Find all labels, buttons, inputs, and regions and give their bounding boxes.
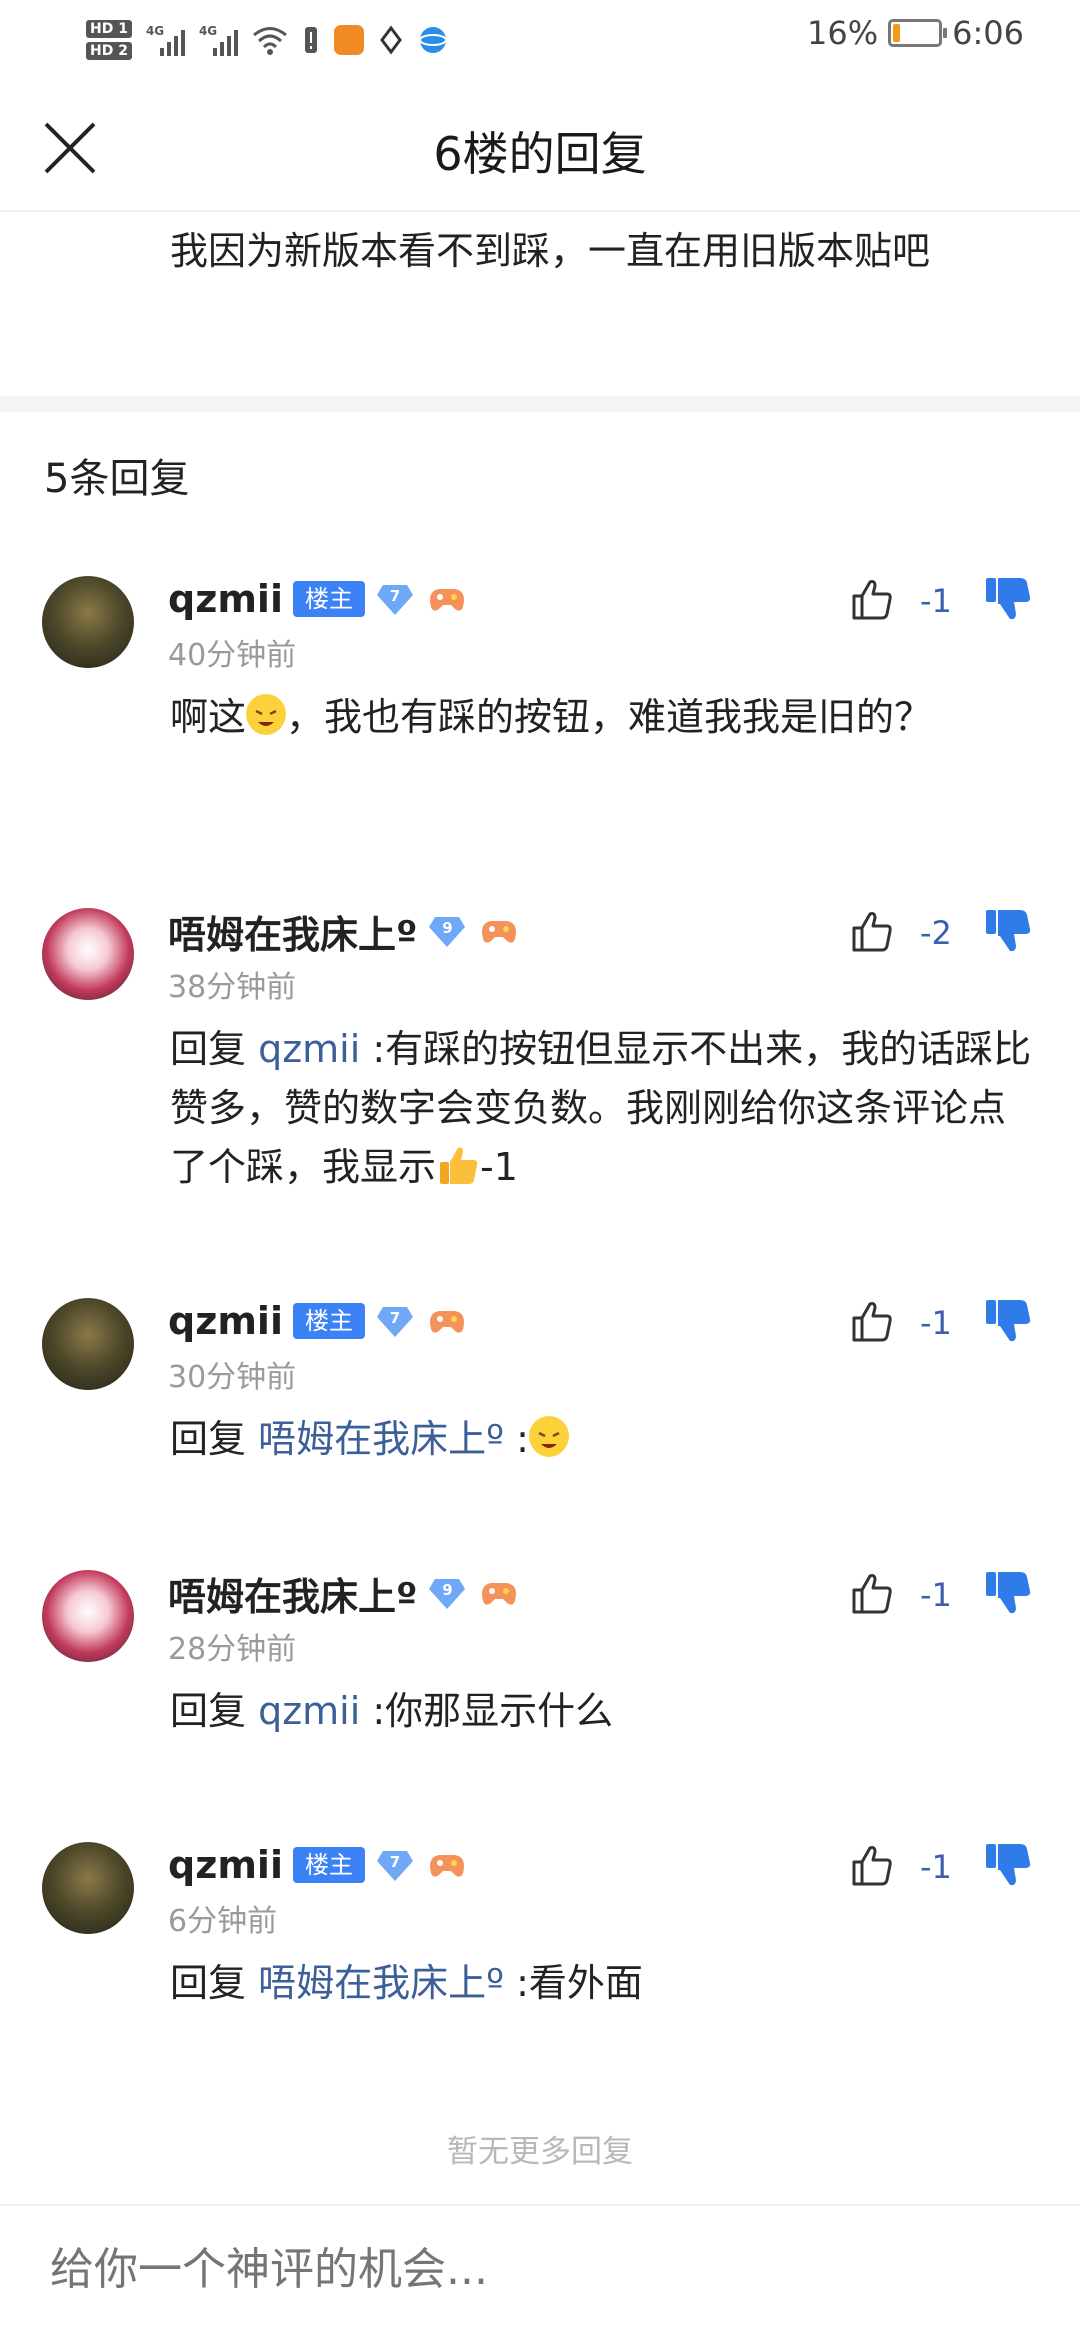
no-more-replies: 暂无更多回复 — [447, 2134, 633, 2170]
game-controller-icon — [425, 581, 469, 617]
reply-count: 5条回复 — [44, 456, 190, 502]
user-info-row: 唔姆在我床上º 9 — [168, 1566, 521, 1621]
game-controller-icon — [425, 1847, 469, 1883]
username[interactable]: qzmii — [168, 1299, 283, 1343]
signal-type-label: 4G — [145, 24, 165, 38]
hd2-label: HD 2 — [86, 42, 132, 60]
hd1-label: HD 1 — [86, 20, 132, 38]
reply-content: 回复 qzmii :有踩的按钮但显示不出来，我的话踩比赞多，赞的数字会变负数。我… — [170, 1020, 1040, 1197]
reply-time: 6分钟前 — [168, 1904, 278, 1939]
owner-badge: 楼主 — [292, 1847, 365, 1883]
mention-link[interactable]: 唔姆在我床上º — [258, 1961, 504, 2005]
like-icon[interactable] — [848, 1842, 896, 1890]
user-info-row: qzmii 楼主 7 — [168, 1840, 469, 1890]
owner-badge: 楼主 — [292, 581, 365, 617]
battery-percent: 16% — [807, 14, 879, 52]
game-controller-icon — [477, 1575, 521, 1611]
like-count: -1 — [920, 1304, 952, 1342]
reply-content: 回复 唔姆在我床上º :看外面 — [170, 1954, 1040, 2013]
reply-content: 啊这 ，我也有踩的按钮，难道我我是旧的？ — [170, 688, 1040, 747]
section-divider — [0, 396, 1080, 412]
diamond-level-icon: 9 — [427, 913, 467, 949]
avatar[interactable] — [42, 1842, 134, 1934]
avatar[interactable] — [42, 1298, 134, 1390]
dislike-icon[interactable] — [982, 904, 1034, 956]
reply-time: 28分钟前 — [168, 1632, 297, 1667]
mention-link[interactable]: qzmii — [258, 1689, 360, 1733]
status-icons-left: HD 1 HD 2 4G 4G — [86, 10, 448, 70]
username[interactable]: qzmii — [168, 1843, 283, 1887]
status-bar: HD 1 HD 2 4G 4G 16% 6:06 — [0, 0, 1080, 80]
username[interactable]: qzmii — [168, 577, 283, 621]
reply-suffix: -1 — [480, 1145, 518, 1189]
reply-content: 回复 qzmii :你那显示什么 — [170, 1682, 1040, 1741]
reply-time: 38分钟前 — [168, 970, 297, 1005]
reply-prefix: 啊这 — [170, 695, 247, 739]
game-controller-icon — [425, 1303, 469, 1339]
alert-icon — [304, 27, 317, 53]
browser-icon — [418, 27, 447, 53]
clock: 6:06 — [952, 14, 1024, 52]
reply-body: :你那显示什么 — [360, 1689, 614, 1733]
app-notification-icon — [333, 25, 364, 55]
like-icon[interactable] — [848, 1570, 896, 1618]
like-count: -1 — [920, 582, 952, 620]
signal-icon: 4G — [146, 24, 185, 56]
battery-icon — [888, 19, 948, 47]
emoji-icon — [246, 694, 287, 735]
diamond-level-icon: 9 — [427, 1575, 467, 1611]
status-icons-right: 16% 6:06 — [807, 14, 1024, 52]
signal-icon: 4G — [199, 24, 238, 56]
like-icon[interactable] — [848, 576, 896, 624]
reply-prefix: 回复 — [170, 1417, 259, 1461]
avatar[interactable] — [42, 1570, 134, 1662]
dislike-icon[interactable] — [982, 1838, 1034, 1890]
like-count: -1 — [920, 1576, 952, 1614]
wifi-icon — [253, 27, 287, 55]
signal-type-label: 4G — [198, 24, 218, 38]
comment-input[interactable] — [50, 2244, 1030, 2295]
emoji-icon — [528, 1416, 569, 1457]
reply-prefix: 回复 — [170, 1027, 259, 1071]
thumbs-up-emoji-icon — [440, 1147, 478, 1184]
mention-link[interactable]: qzmii — [258, 1027, 360, 1071]
owner-badge: 楼主 — [292, 1303, 365, 1339]
reply-body: :看外面 — [504, 1961, 643, 2005]
user-info-row: qzmii 楼主 7 — [168, 1296, 469, 1346]
original-post-text: 我因为新版本看不到踩，一直在用旧版本贴吧 — [170, 229, 931, 273]
diamond-level-icon: 7 — [375, 1847, 415, 1883]
like-icon[interactable] — [848, 908, 896, 956]
diamond-level-icon: 7 — [375, 581, 415, 617]
page-title: 6楼的回复 — [433, 127, 647, 181]
reply-body: ，我也有踩的按钮，难道我我是旧的？ — [286, 695, 933, 739]
like-count: -1 — [920, 1848, 952, 1886]
mention-link[interactable]: 唔姆在我床上º — [258, 1417, 504, 1461]
avatar[interactable] — [42, 576, 134, 668]
battery-fill — [893, 24, 901, 42]
dislike-icon[interactable] — [982, 1566, 1034, 1618]
comment-bar — [0, 2204, 1080, 2342]
hd-indicator: HD 1 HD 2 — [86, 20, 132, 60]
like-icon[interactable] — [848, 1298, 896, 1346]
dislike-icon[interactable] — [982, 572, 1034, 624]
game-controller-icon — [477, 913, 521, 949]
user-info-row: qzmii 楼主 7 — [168, 574, 469, 624]
reply-time: 40分钟前 — [168, 638, 297, 673]
reply-content: 回复 唔姆在我床上º : — [170, 1410, 1040, 1469]
diamond-level-icon: 7 — [375, 1303, 415, 1339]
header: 6楼的回复 — [0, 80, 1080, 212]
reply-time: 30分钟前 — [168, 1360, 297, 1395]
avatar[interactable] — [42, 908, 134, 1000]
reply-prefix: 回复 — [170, 1689, 259, 1733]
reply-body: : — [504, 1417, 529, 1461]
username[interactable]: 唔姆在我床上º — [168, 904, 417, 959]
user-info-row: 唔姆在我床上º 9 — [168, 904, 521, 959]
dislike-icon[interactable] — [982, 1294, 1034, 1346]
app-notification-icon — [380, 25, 402, 55]
reply-prefix: 回复 — [170, 1961, 259, 2005]
username[interactable]: 唔姆在我床上º — [168, 1566, 417, 1621]
like-count: -2 — [920, 914, 952, 952]
